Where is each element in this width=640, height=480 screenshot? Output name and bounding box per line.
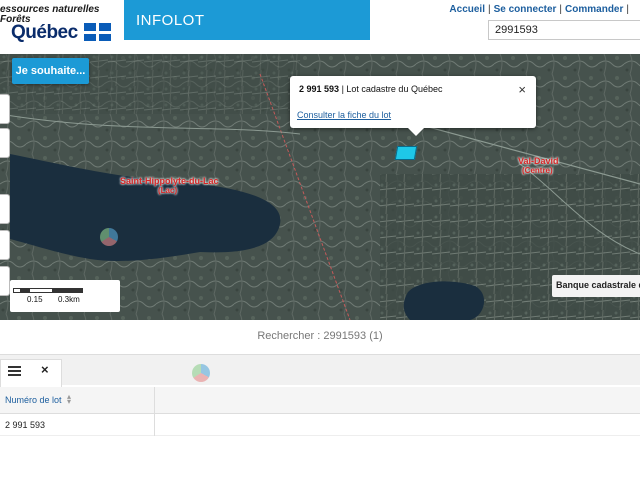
popup-lot-number: 2 991 593 [299,84,340,94]
scale-segment [21,288,29,293]
map-tool-button[interactable] [0,266,10,296]
selected-lot-polygon[interactable] [394,146,418,160]
quebec-wordmark: Québec [11,22,78,43]
scale-label: 0.15 [27,295,43,304]
column-header-label: Numéro de lot [5,395,62,405]
map-tool-button[interactable] [0,194,10,224]
close-icon[interactable]: × [518,82,526,97]
table-row[interactable]: 2 991 593 [0,414,640,436]
top-nav: Accueil | Se connecter | Commander | [449,4,632,15]
results-panel: × Numéro de lot ▴ ▾ 2 991 593 [0,354,640,480]
header: essources naturelles Forêts Québec INFOL… [0,0,640,54]
scale-ticks [13,288,85,293]
table-cell: 2 991 593 [0,414,155,436]
close-icon[interactable]: × [41,362,49,377]
results-tab-bar: × [0,354,640,387]
tab-results[interactable]: × [0,359,62,387]
fleurdelise-flag-icon [84,23,111,41]
watermark-icon [192,364,210,382]
lot-number-cell: 2 991 593 [5,420,46,430]
layer-toggle-button[interactable]: Banque cadastrale d [552,275,640,297]
lot-popup: 2 991 593 | Lot cadastre du Québec × Con… [290,76,536,136]
map-tool-button[interactable] [0,128,10,158]
popup-lot-description: | Lot cadastre du Québec [341,84,443,94]
nav-separator: | [626,4,629,15]
quebec-logo[interactable]: essources naturelles Forêts Québec [0,0,120,46]
app-title: INFOLOT [136,12,205,29]
scale-segment [13,288,21,293]
map-view[interactable]: Saint-Hippolyte-du-Lac (Lac) Val-David (… [0,54,640,320]
watermark-icon [100,228,118,246]
nav-separator: | [559,4,563,15]
link-commander[interactable]: Commander [565,4,623,15]
map-place-sublabel: (Lac) [158,186,178,195]
scale-segment [29,288,53,293]
sort-icon[interactable]: ▴ ▾ [67,393,71,406]
map-tool-button[interactable] [0,230,10,260]
menu-icon[interactable] [8,366,21,376]
column-header-numero-de-lot[interactable]: Numéro de lot ▴ ▾ [0,387,155,414]
lot-search-input[interactable] [488,20,640,40]
nav-separator: | [488,4,491,15]
map-place-label: Saint-Hippolyte-du-Lac [120,176,219,186]
map-place-sublabel: (Centre) [522,166,553,175]
map-place-label: Val-David [518,156,559,166]
scale-segment [53,288,83,293]
app-title-bar: INFOLOT [124,0,370,40]
scale-label: 0.3km [58,295,80,304]
search-result-summary: Rechercher : 2991593 (1) [257,330,383,342]
map-tool-button[interactable] [0,94,10,124]
page: essources naturelles Forêts Québec INFOL… [0,0,640,480]
consulter-fiche-link[interactable]: Consulter la fiche du lot [297,110,391,120]
je-souhaite-button[interactable]: Je souhaite... [12,58,89,84]
scale-bar: 0.15 0.3km [10,280,120,312]
map-left-toolbar [0,94,10,320]
link-se-connecter[interactable]: Se connecter [494,4,557,15]
link-accueil[interactable]: Accueil [449,4,485,15]
popup-title: 2 991 593 | Lot cadastre du Québec [299,84,442,94]
table-header: Numéro de lot ▴ ▾ [0,387,640,414]
